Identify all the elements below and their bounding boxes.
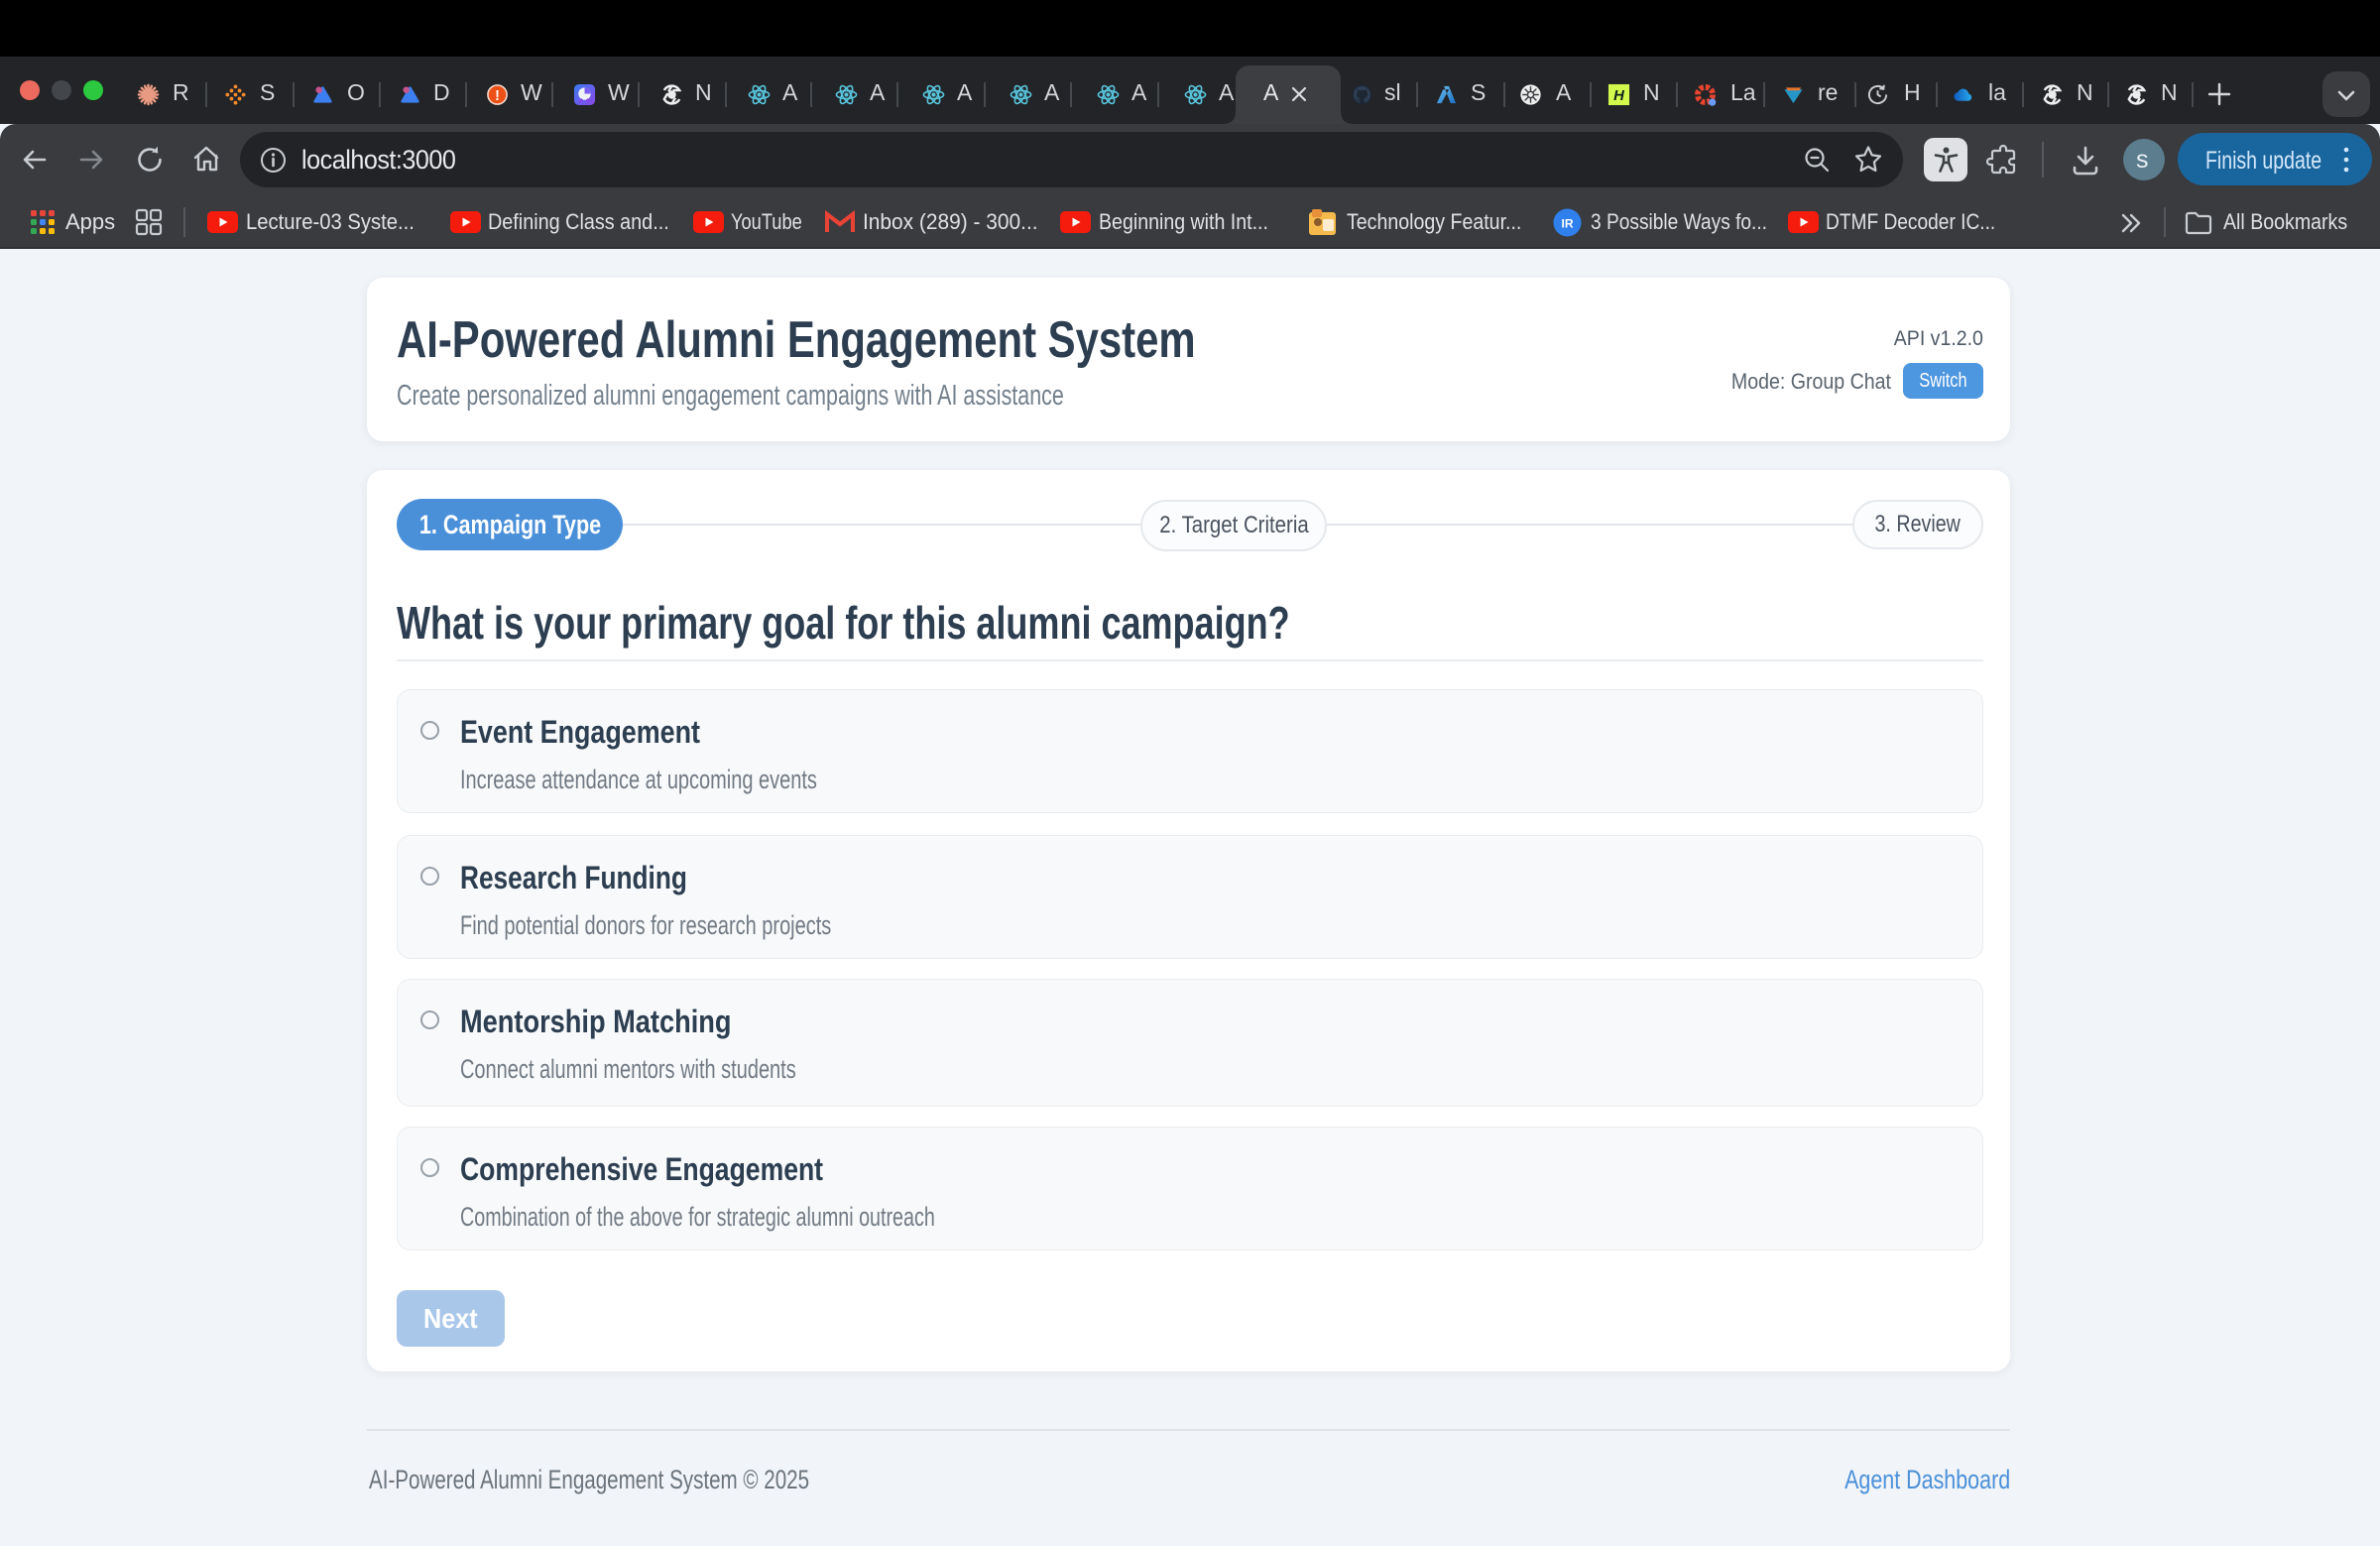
svg-text:!: !	[495, 88, 500, 104]
svg-text:IR: IR	[1562, 217, 1574, 231]
svg-text:H: H	[1613, 88, 1624, 104]
